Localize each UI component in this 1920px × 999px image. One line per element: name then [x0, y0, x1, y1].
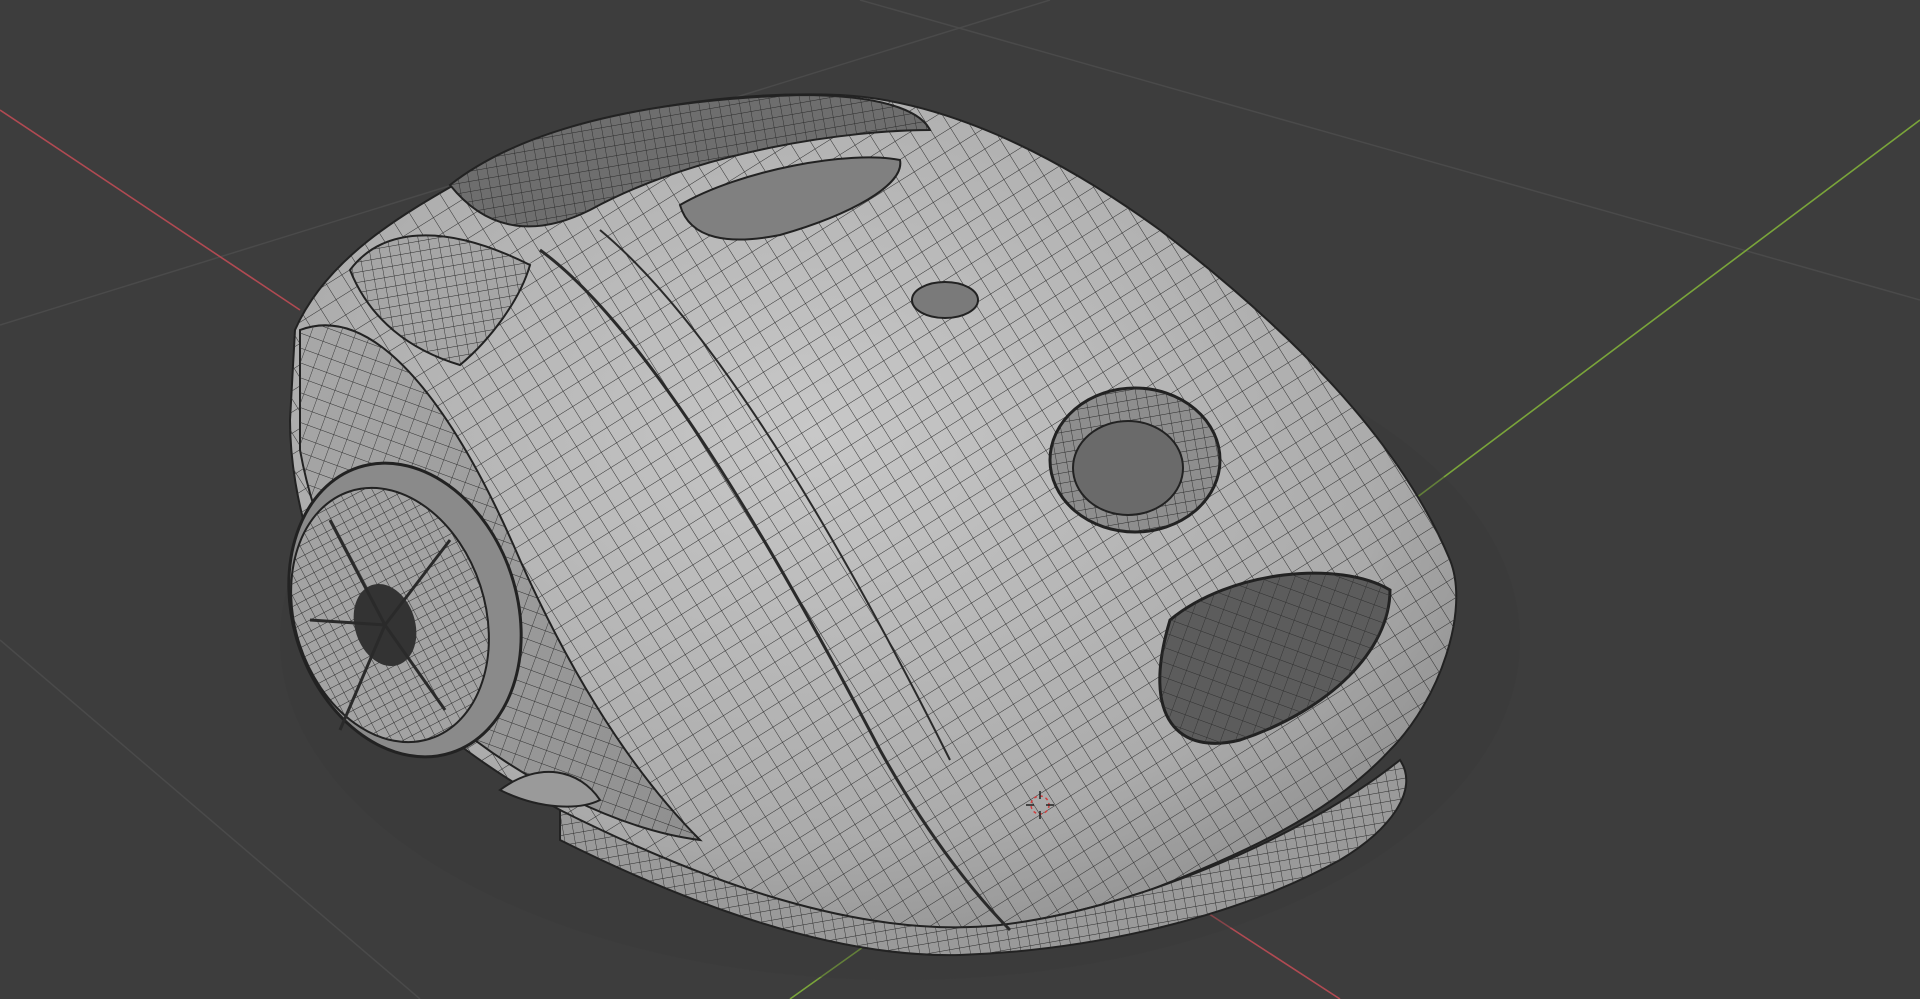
viewport-canvas[interactable]	[0, 0, 1920, 999]
top-button	[911, 281, 979, 319]
x-axis-line	[0, 109, 301, 311]
vacuum-model[interactable]	[252, 93, 1520, 980]
3d-viewport[interactable]	[0, 0, 1920, 999]
y-axis-line	[1399, 119, 1920, 511]
